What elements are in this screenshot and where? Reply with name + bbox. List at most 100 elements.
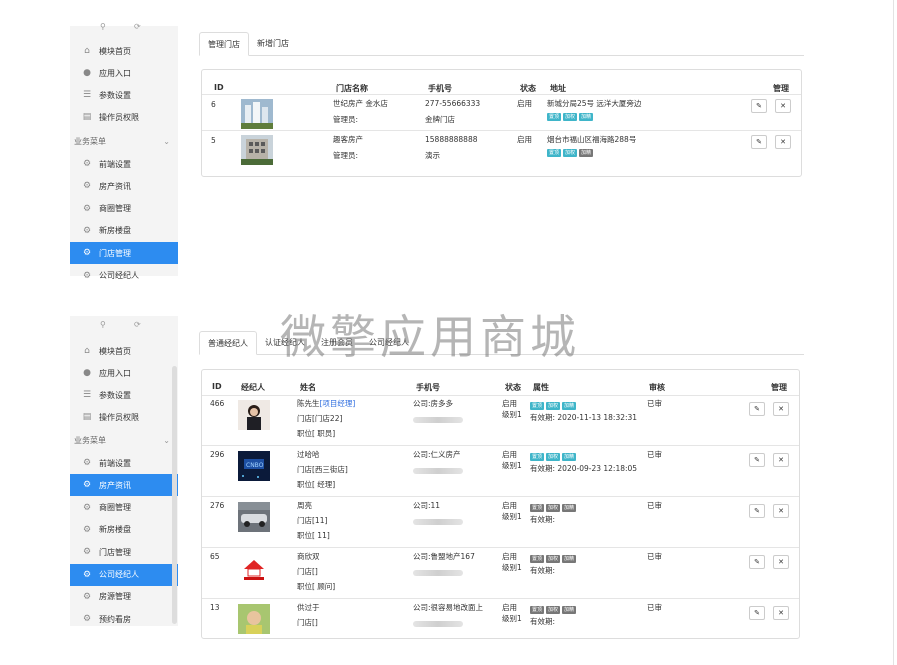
sidebar-menu-item[interactable]: ⚙ 前端设置 <box>70 153 178 175</box>
sidebar-menu-item[interactable]: ⚙ 新房楼盘 <box>70 519 178 541</box>
sidebar-menu-item[interactable]: ⚙ 商圈管理 <box>70 198 178 220</box>
store-badges: 置顶 加权 加精 <box>547 111 595 121</box>
sidebar-item[interactable]: ⌂ 模块首页 <box>70 40 178 62</box>
sidebar-item-label: 门店管理 <box>99 248 131 258</box>
sidebar-menu-item[interactable]: ⚙ 前端设置 <box>70 452 178 474</box>
sidebar-scrollbar[interactable] <box>172 366 177 624</box>
agent-audit: 已审 <box>647 552 662 561</box>
agent-level: 级别1 <box>502 410 522 419</box>
edit-button[interactable]: ✎ <box>749 402 765 416</box>
delete-button[interactable]: ✕ <box>775 99 791 113</box>
manager-label: 管理员: <box>333 115 359 124</box>
sidebar-item[interactable]: ☰ 参数设置 <box>70 84 178 106</box>
sidebar-menu-item[interactable]: ⚙ 预约看房 <box>70 608 178 630</box>
agent-name-text: 陈先生 <box>297 399 320 408</box>
sidebar-item[interactable]: ▤ 操作员权限 <box>70 406 178 428</box>
group-label: 业务菜单 <box>74 435 106 445</box>
sidebar-menu-item[interactable]: ⚙ 房源管理 <box>70 586 178 608</box>
edit-button[interactable]: ✎ <box>749 453 765 467</box>
delete-button[interactable]: ✕ <box>773 555 789 569</box>
agent-position: 职位[ 职员] <box>297 429 336 438</box>
close-icon: ✕ <box>780 138 786 146</box>
sidebar-item-label: 房产资讯 <box>99 181 131 191</box>
sidebar-menu-item[interactable]: ⚙ 商圈管理 <box>70 497 178 519</box>
divider <box>202 130 801 131</box>
agent-tag-link[interactable]: [项目经理] <box>320 399 356 408</box>
sidebar-item[interactable]: ▤ 操作员权限 <box>70 106 178 128</box>
sidebar-item-label: 模块首页 <box>99 346 131 356</box>
agent-company: 公司:鲁盟地产167 <box>413 552 475 561</box>
tab-manage-stores[interactable]: 管理门店 <box>199 32 249 56</box>
sidebar-item-label: 参数设置 <box>99 390 131 400</box>
agent-valid-until: 有效期: <box>530 566 556 575</box>
sidebar-item[interactable]: ☰ 参数设置 <box>70 384 178 406</box>
table-row-id: 6 <box>211 100 216 109</box>
sidebar-menu-item[interactable]: ⚙ 公司经纪人 <box>70 265 178 287</box>
sidebar-menu-item[interactable]: ⚙ 门店管理 <box>70 541 178 563</box>
sidebar-item-label: 公司经纪人 <box>99 271 139 280</box>
edit-button[interactable]: ✎ <box>749 555 765 569</box>
gear-icon: ⚙ <box>82 248 92 259</box>
store-status: 启用 <box>517 99 532 108</box>
close-icon: ✕ <box>778 507 784 515</box>
col-id: ID <box>212 382 222 391</box>
badge-fine: 加精 <box>562 606 577 614</box>
pencil-icon: ✎ <box>754 507 760 515</box>
agent-company: 公司:很容易地改面上 <box>413 603 484 612</box>
sidebar-menu-item[interactable]: ⚙ 门店管理 <box>70 242 178 265</box>
delete-button[interactable]: ✕ <box>773 606 789 620</box>
badge-fine: 加精 <box>562 453 577 461</box>
gear-icon: ⚙ <box>82 524 92 535</box>
badge-top: 置顶 <box>530 402 545 410</box>
edit-button[interactable]: ✎ <box>749 504 765 518</box>
badge-weight: 加权 <box>546 453 561 461</box>
badge-weight: 加权 <box>563 113 578 121</box>
divider <box>202 547 799 548</box>
sidebar-group-header[interactable]: 业务菜单 ⌄ <box>70 131 178 151</box>
sidebar-item-label: 前端设置 <box>99 159 131 169</box>
gear-icon: ⚙ <box>82 569 92 580</box>
pencil-icon: ✎ <box>756 102 762 110</box>
edit-button[interactable]: ✎ <box>749 606 765 620</box>
group-label: 业务菜单 <box>74 136 106 146</box>
delete-button[interactable]: ✕ <box>775 135 791 149</box>
agent-position: 职位[ 顾问] <box>297 582 336 591</box>
agent-name: 商欣双 <box>297 551 320 563</box>
col-agent: 经纪人 <box>241 383 265 392</box>
col-phone: 手机号 <box>416 383 440 392</box>
badge-top: 置顶 <box>530 555 545 563</box>
close-icon: ✕ <box>778 558 784 566</box>
badge-weight: 加权 <box>546 606 561 614</box>
delete-button[interactable]: ✕ <box>773 402 789 416</box>
sidebar-item-label: 新房楼盘 <box>99 226 131 236</box>
tab-normal-agents[interactable]: 普通经纪人 <box>199 331 257 355</box>
agent-company: 公司:房多多 <box>413 399 454 408</box>
sidebar-item-label: 预约看房 <box>99 614 131 624</box>
agent-badges: 置顶 加权 加精 <box>530 451 578 461</box>
chat-icon: ● <box>83 68 91 78</box>
sidebar-item[interactable]: ● 应用入口 <box>70 362 178 384</box>
delete-button[interactable]: ✕ <box>773 453 789 467</box>
edit-button[interactable]: ✎ <box>751 99 767 113</box>
edit-button[interactable]: ✎ <box>751 135 767 149</box>
divider <box>202 598 799 599</box>
badge-fine: 加精 <box>579 113 594 121</box>
top-tabs: 管理门店 新增门店 <box>199 32 804 56</box>
agent-level: 级别1 <box>502 614 522 623</box>
sidebar-item[interactable]: ⌂ 模块首页 <box>70 340 178 362</box>
agent-avatar: CNBO <box>238 451 270 481</box>
store-status: 启用 <box>517 135 532 144</box>
sidebar-group-header[interactable]: 业务菜单 ⌄ <box>70 430 178 450</box>
sidebar-menu-item[interactable]: ⚙ 公司经纪人 <box>70 563 178 586</box>
agent-level: 级别1 <box>502 563 522 572</box>
agent-badges: 置顶 加权 加精 <box>530 502 578 512</box>
sidebar-menu-item[interactable]: ⚙ 新房楼盘 <box>70 220 178 242</box>
tab-add-store[interactable]: 新增门店 <box>249 32 297 56</box>
agent-company: 公司:11 <box>413 501 441 510</box>
delete-button[interactable]: ✕ <box>773 504 789 518</box>
sidebar-item[interactable]: ● 应用入口 <box>70 62 178 84</box>
sidebar-menu-item[interactable]: ⚙ 房产资讯 <box>70 175 178 197</box>
pencil-icon: ✎ <box>756 138 762 146</box>
sidebar-menu-item[interactable]: ⚙ 房产资讯 <box>70 474 178 497</box>
agent-avatar <box>238 400 270 430</box>
